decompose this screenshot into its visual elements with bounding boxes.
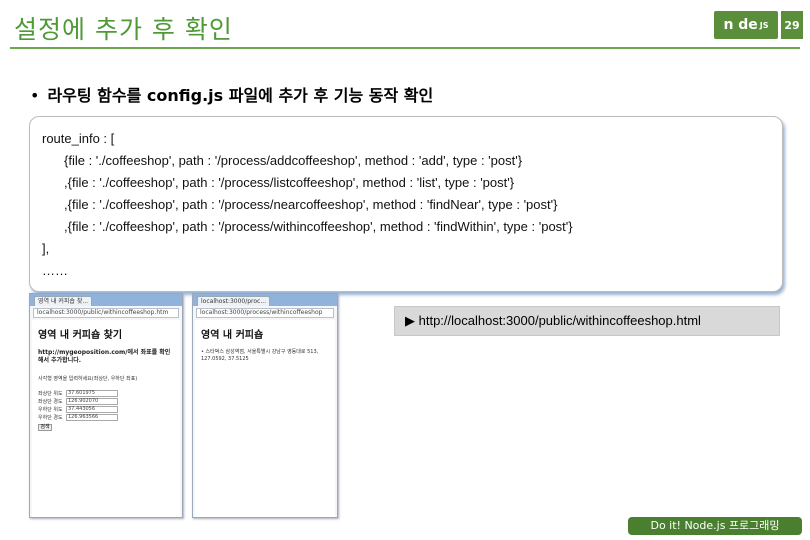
browser-window-form: 영역 내 커피숍 찾... localhost:3000/public/with… xyxy=(29,293,183,518)
page-number: 29 xyxy=(781,11,803,39)
page-content: 영역 내 커피숍 • 스타벅스 삼성역점, 서울특별시 강남구 영동대로 513… xyxy=(195,320,335,517)
logo-suffix: JS xyxy=(759,20,769,30)
nodejs-logo: n de JS xyxy=(714,11,778,39)
code-line: {file : './coffeeshop', path : '/process… xyxy=(64,153,523,168)
code-line: ,{file : './coffeeshop', path : '/proces… xyxy=(64,175,515,190)
address-bar[interactable]: localhost:3000/process/withincoffeeshop xyxy=(196,308,334,318)
field-label: 좌상단 위도 xyxy=(38,391,63,397)
code-box: route_info : [ {file : './coffeeshop', p… xyxy=(29,116,783,292)
url-caption: ▶ http://localhost:3000/public/withincof… xyxy=(394,306,780,336)
browser-tab[interactable]: 영역 내 커피숍 찾... xyxy=(34,296,93,306)
field-label: 우하단 경도 xyxy=(38,415,63,421)
bullet-mark: • xyxy=(30,86,40,105)
address-bar[interactable]: localhost:3000/public/withincoffeeshop.h… xyxy=(33,308,179,318)
browser-tabbar: 영역 내 커피숍 찾... xyxy=(30,294,182,306)
code-line: …… xyxy=(42,263,68,278)
page-content: 영역 내 커피숍 찾기 http://mygeoposition.com/에서 … xyxy=(32,320,180,517)
browser-tab[interactable]: localhost:3000/proc... xyxy=(197,296,271,306)
field-input[interactable]: 126.902070 xyxy=(66,398,118,405)
form-fields: 좌상단 위도 37.601975 좌상단 경도 126.902070 우하단 위… xyxy=(38,390,174,431)
search-button[interactable]: 검색 xyxy=(38,424,52,431)
footer-banner: Do it! Node.js 프로그래밍 xyxy=(628,517,802,535)
code-line: ,{file : './coffeeshop', path : '/proces… xyxy=(64,219,573,234)
title-divider xyxy=(10,47,800,49)
field-input[interactable]: 37.443056 xyxy=(66,406,118,413)
form-heading: 영역 내 커피숍 찾기 xyxy=(38,330,123,341)
field-input[interactable]: 37.601975 xyxy=(66,390,118,397)
code-line: ,{file : './coffeeshop', path : '/proces… xyxy=(64,197,558,212)
field-label: 좌상단 경도 xyxy=(38,399,63,405)
code-line: route_info : [ xyxy=(42,131,115,146)
field-input[interactable]: 126.963566 xyxy=(66,414,118,421)
bullet-point: • 라우팅 함수를 config.js 파일에 추가 후 기능 동작 확인 xyxy=(30,82,433,106)
form-row: 좌상단 경도 126.902070 xyxy=(38,398,174,405)
bullet-text: 라우팅 함수를 config.js 파일에 추가 후 기능 동작 확인 xyxy=(47,86,434,105)
form-row: 좌상단 위도 37.601975 xyxy=(38,390,174,397)
field-label: 우하단 위도 xyxy=(38,407,63,413)
result-item: • 스타벅스 삼성역점, 서울특별시 강남구 영동대로 513, 127.059… xyxy=(201,349,319,362)
form-row: 우하단 경도 126.963566 xyxy=(38,414,174,421)
form-row: 우하단 위도 37.443056 xyxy=(38,406,174,413)
code-line: ], xyxy=(42,241,50,256)
browser-tabbar: localhost:3000/proc... xyxy=(193,294,337,306)
result-heading: 영역 내 커피숍 xyxy=(201,330,264,341)
form-intro: http://mygeoposition.com/에서 좌표를 확인해서 추가합… xyxy=(38,349,171,364)
logo-text: n de xyxy=(723,17,758,33)
browser-window-result: localhost:3000/proc... localhost:3000/pr… xyxy=(192,293,338,518)
form-hint: 사각형 영역을 입력하세요(좌상단, 우하단 좌표) xyxy=(38,376,138,382)
slide-title: 설정에 추가 후 확인 xyxy=(14,15,233,44)
